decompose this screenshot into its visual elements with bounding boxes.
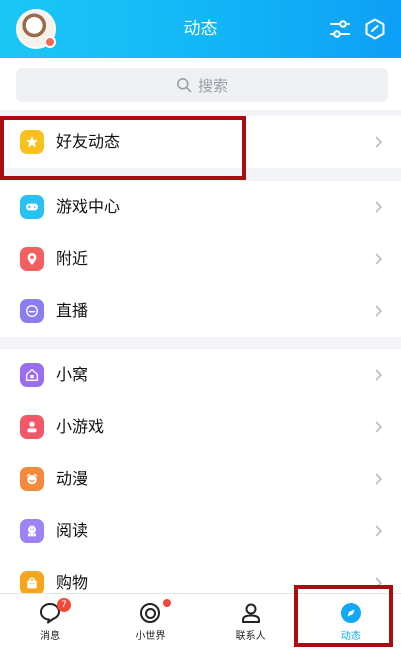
menu-item-mini-games[interactable]: 小游戏	[0, 401, 401, 453]
menu-item-reading[interactable]: 阅读	[0, 505, 401, 557]
tab-label: 小世界	[135, 631, 166, 642]
chevron-right-icon	[375, 201, 383, 213]
tab-messages[interactable]: 7 消息	[0, 594, 100, 650]
highlight-box-dynamic-tab	[294, 585, 393, 647]
menu-item-live[interactable]: 直播	[0, 285, 401, 337]
chevron-right-icon	[375, 473, 383, 485]
menu-label: 小窝	[56, 365, 89, 384]
search-bar[interactable]: 搜索	[16, 68, 388, 102]
world-icon	[140, 603, 161, 623]
menu-label: 小游戏	[56, 417, 105, 436]
person-game-icon	[20, 415, 44, 439]
highlight-box-friend-feed	[0, 116, 246, 180]
hexagon-check-icon[interactable]	[363, 17, 387, 41]
location-pin-icon	[20, 247, 44, 271]
menu-label: 直播	[56, 301, 89, 320]
menu-item-game-center[interactable]: 游戏中心	[0, 181, 401, 233]
gamepad-icon	[20, 195, 44, 219]
home-icon	[20, 363, 44, 387]
group-entertainment: 小窝 小游戏 动漫 阅读 购物	[0, 349, 401, 609]
contacts-icon	[241, 603, 260, 623]
chevron-right-icon	[375, 525, 383, 537]
tab-label: 消息	[40, 631, 61, 642]
chevron-right-icon	[375, 136, 383, 148]
chevron-right-icon	[375, 369, 383, 381]
live-icon	[20, 299, 44, 323]
search-placeholder: 搜索	[197, 76, 228, 95]
group-services: 游戏中心 附近 直播	[0, 181, 401, 337]
menu-label: 附近	[56, 249, 89, 268]
menu-item-anime[interactable]: 动漫	[0, 453, 401, 505]
shopping-bag-icon	[20, 571, 44, 595]
menu-label: 阅读	[56, 521, 89, 540]
chevron-right-icon	[375, 305, 383, 317]
chevron-right-icon	[375, 253, 383, 265]
chevron-right-icon	[375, 421, 383, 433]
tab-label: 联系人	[235, 631, 266, 642]
search-section: 搜索	[0, 58, 401, 110]
tab-small-world[interactable]: 小世界	[100, 594, 200, 650]
menu-item-nest[interactable]: 小窝	[0, 349, 401, 401]
notification-dot	[163, 599, 172, 607]
settings-sliders-icon[interactable]	[328, 17, 352, 41]
unread-badge: 7	[57, 598, 71, 612]
anime-face-icon	[20, 467, 44, 491]
menu-label: 游戏中心	[56, 197, 121, 216]
reading-icon	[20, 519, 44, 543]
top-bar: 动态	[0, 0, 401, 58]
search-icon	[176, 78, 192, 93]
menu-label: 动漫	[56, 469, 89, 488]
tab-contacts[interactable]: 联系人	[201, 594, 301, 650]
menu-item-nearby[interactable]: 附近	[0, 233, 401, 285]
